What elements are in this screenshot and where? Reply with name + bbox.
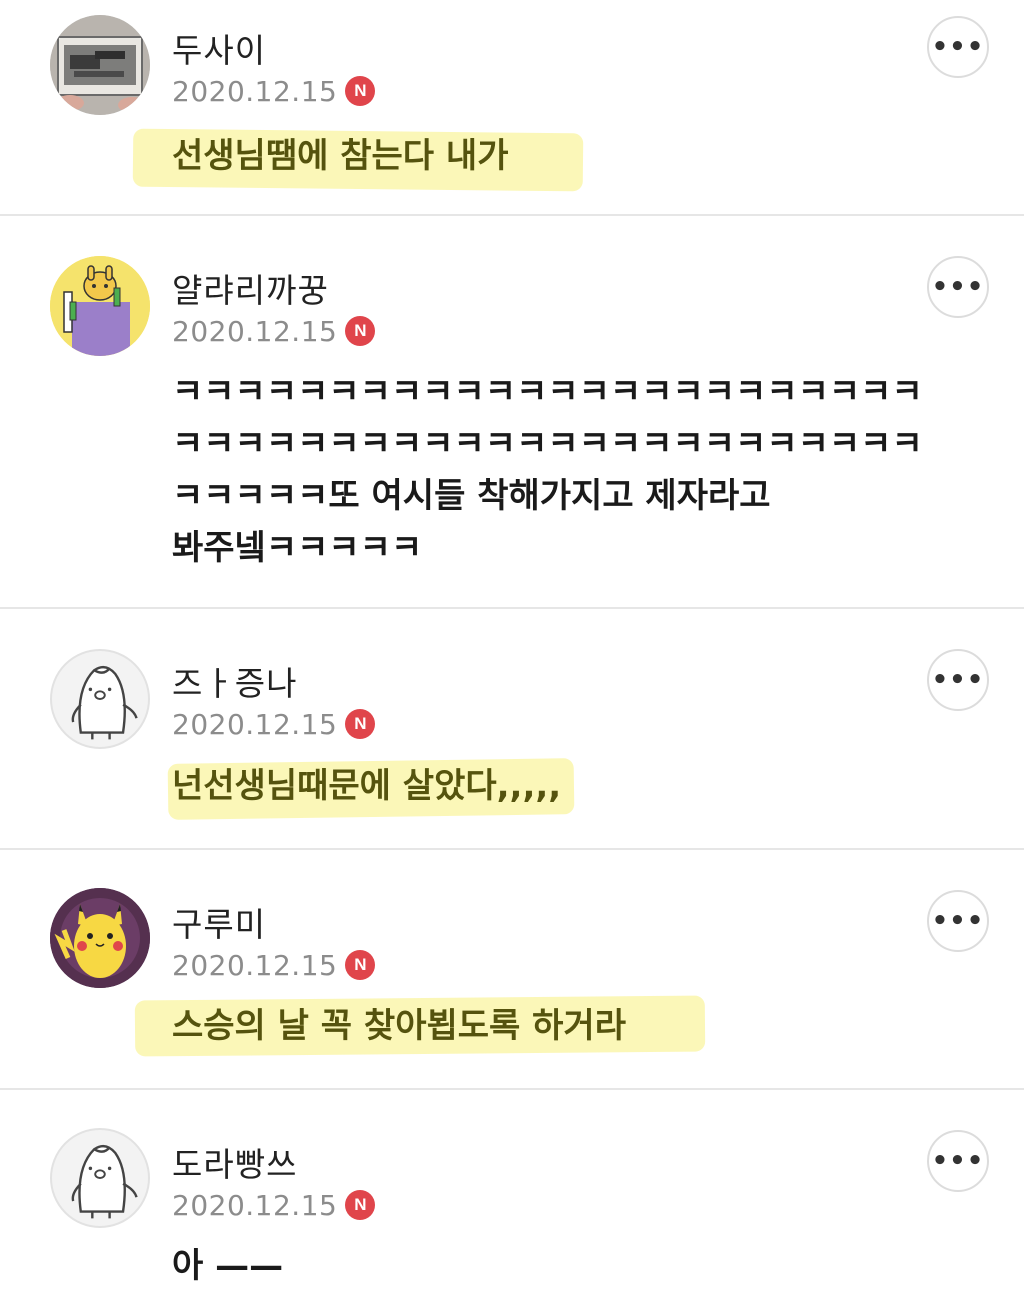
- comment-meta: 2020.12.15 N: [172, 71, 376, 111]
- comment-text: 넌선생님때문에 살았다,,,,,: [172, 766, 562, 806]
- cartoon-avatar-image: [50, 256, 150, 356]
- comment-item: 두사이 2020.12.15 N 선생님땜에 참는다 내가 •••: [0, 0, 1024, 215]
- new-badge-icon: N: [345, 950, 376, 980]
- avatar[interactable]: [50, 1128, 150, 1228]
- comment-text: 선생님땜에 참는다 내가: [172, 136, 509, 176]
- nickname[interactable]: 도라빵쓰: [172, 1138, 297, 1186]
- comment-item: 구루미 2020.12.15 N 스승의 날 꼭 찾아뵙도록 하거라 •••: [0, 850, 1024, 1088]
- new-badge-icon: N: [345, 1190, 376, 1220]
- comment-text: ㅋㅋㅋㅋㅋㅋㅋㅋㅋㅋㅋㅋㅋㅋㅋㅋㅋㅋㅋㅋㅋㅋㅋㅋ ㅋㅋㅋㅋㅋㅋㅋㅋㅋㅋㅋㅋㅋㅋㅋ…: [172, 366, 923, 574]
- comment-text-line: ㅋㅋㅋㅋㅋㅋㅋㅋㅋㅋㅋㅋㅋㅋㅋㅋㅋㅋㅋㅋㅋㅋㅋㅋ: [172, 372, 923, 412]
- comment-text-line: ㅋㅋㅋㅋㅋㅋㅋㅋㅋㅋㅋㅋㅋㅋㅋㅋㅋㅋㅋㅋㅋㅋㅋㅋ: [172, 424, 923, 464]
- comment-date: 2020.12.15: [172, 948, 338, 982]
- comment-item: 얄랴리까꿍 2020.12.15 N ㅋㅋㅋㅋㅋㅋㅋㅋㅋㅋㅋㅋㅋㅋㅋㅋㅋㅋㅋㅋㅋ…: [0, 216, 1024, 608]
- comment-meta: 2020.12.15 N: [172, 1185, 376, 1225]
- comment-text: 스승의 날 꼭 찾아뵙도록 하거라: [172, 1006, 626, 1046]
- new-badge-icon: N: [345, 76, 376, 106]
- comment-item: 즈ㅏ증나 2020.12.15 N 넌선생님때문에 살았다,,,,, •••: [0, 609, 1024, 849]
- more-options-button[interactable]: •••: [927, 256, 989, 318]
- avatar[interactable]: [50, 649, 150, 749]
- nickname[interactable]: 두사이: [172, 24, 266, 72]
- nickname[interactable]: 즈ㅏ증나: [172, 657, 297, 705]
- more-options-button[interactable]: •••: [927, 1130, 989, 1192]
- photo-avatar-image: [50, 15, 150, 115]
- comment-text-line: ㅋㅋㅋㅋㅋ또 여시들 착해가지고 제자라고: [172, 476, 771, 516]
- pikachu-avatar-image: [50, 888, 150, 988]
- comment-date: 2020.12.15: [172, 707, 338, 741]
- comment-date: 2020.12.15: [172, 1188, 338, 1222]
- more-options-button[interactable]: •••: [927, 16, 989, 78]
- nickname[interactable]: 얄랴리까꿍: [172, 264, 329, 312]
- more-options-button[interactable]: •••: [927, 890, 989, 952]
- comment-meta: 2020.12.15 N: [172, 311, 376, 351]
- nickname[interactable]: 구루미: [172, 898, 266, 946]
- comment-item: 도라빵쓰 2020.12.15 N 아 —— •••: [0, 1090, 1024, 1308]
- avatar[interactable]: [50, 888, 150, 988]
- comment-date: 2020.12.15: [172, 74, 338, 108]
- new-badge-icon: N: [345, 316, 376, 346]
- new-badge-icon: N: [345, 709, 376, 739]
- avatar[interactable]: [50, 15, 150, 115]
- comment-meta: 2020.12.15 N: [172, 945, 376, 985]
- comment-meta: 2020.12.15 N: [172, 704, 376, 744]
- comment-text-line: 봐주넼ㅋㅋㅋㅋㅋ: [172, 528, 423, 568]
- default-penguin-avatar-image: [71, 665, 138, 740]
- comment-date: 2020.12.15: [172, 314, 338, 348]
- comment-text: 아 ——: [172, 1246, 284, 1286]
- avatar[interactable]: [50, 256, 150, 356]
- more-options-button[interactable]: •••: [927, 649, 989, 711]
- default-penguin-avatar-image: [71, 1144, 138, 1219]
